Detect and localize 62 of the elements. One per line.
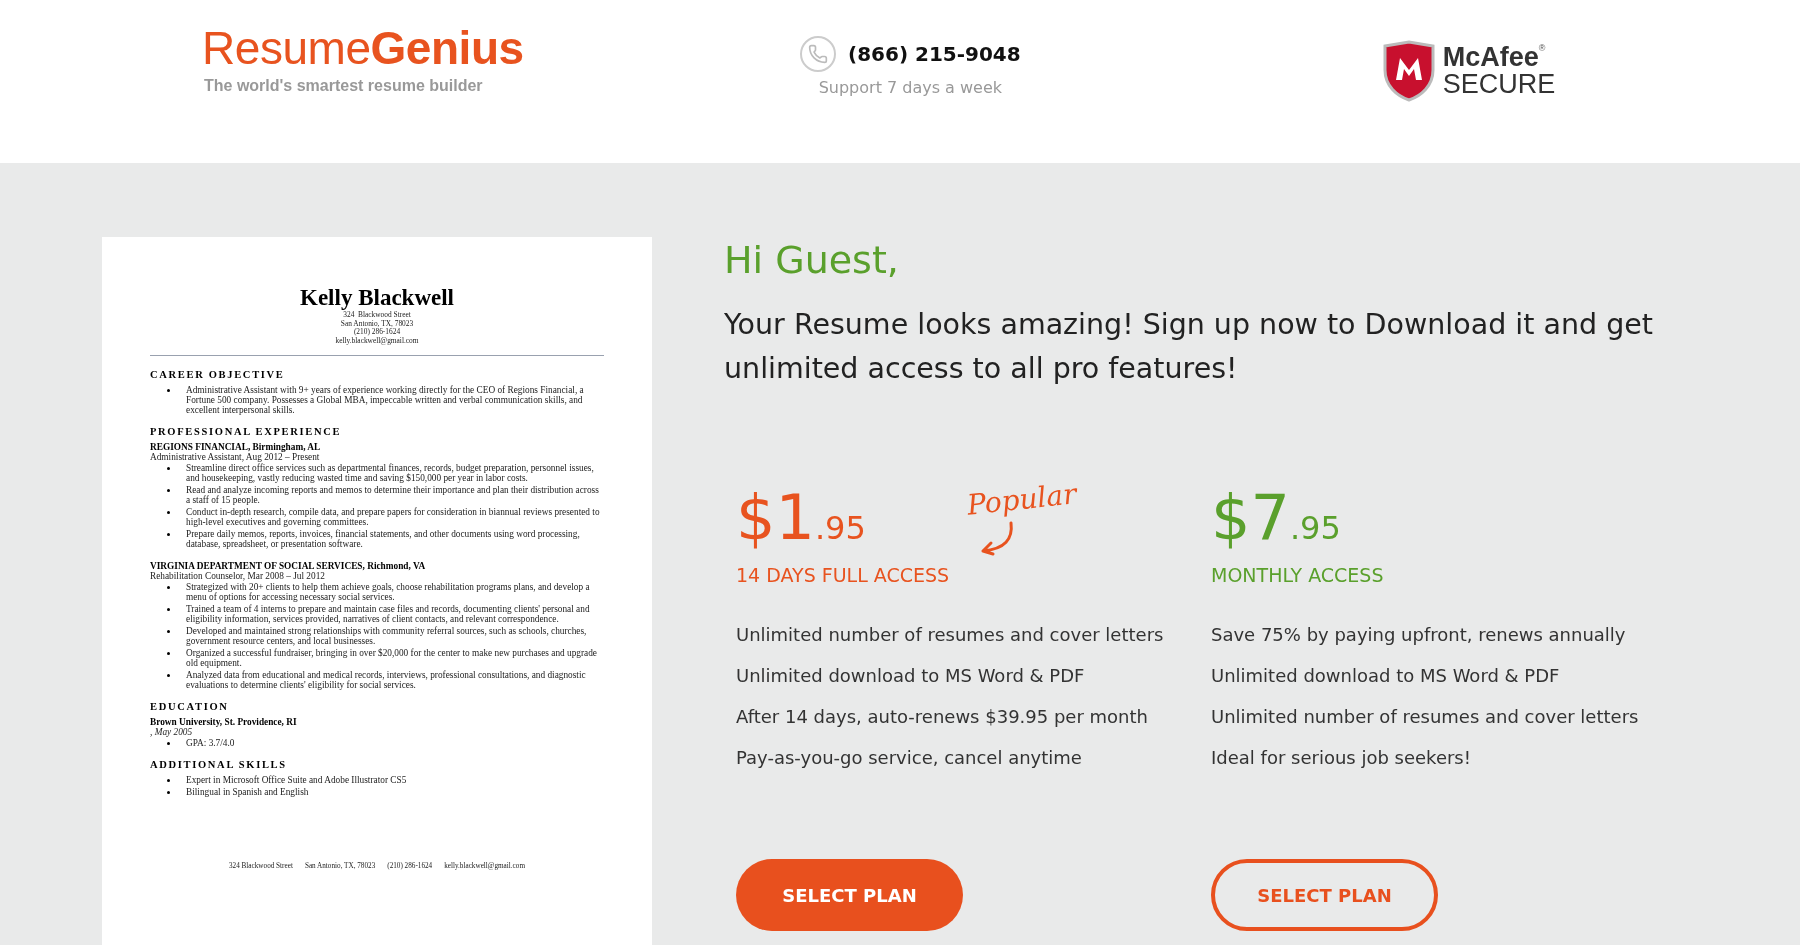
bullet-icon xyxy=(166,586,170,590)
bullet-icon xyxy=(166,511,170,515)
bullet-icon xyxy=(166,630,170,634)
bullet-icon xyxy=(166,389,170,393)
bullet-text: Prepare daily memos, reports, invoices, financial statements, and other documents using word processing, database, spreadsheet, or presentation software. xyxy=(186,529,581,550)
education-date: , May 2005 xyxy=(150,727,193,738)
plan-feature: Unlimited number of resumes and cover letters xyxy=(1211,705,1640,729)
select-plan-button[interactable]: SELECT PLAN xyxy=(736,859,963,931)
phone-icon xyxy=(800,36,836,72)
bullet-icon xyxy=(166,608,170,612)
bullet-text: Streamline direct office services such as departmental finances, records, budget preparation, personnel issues, and housekeeping, vastly reducing wasted time and saving $150,000 per year in labor costs. xyxy=(186,463,595,484)
plan-title: 14 DAYS FULL ACCESS xyxy=(736,563,950,588)
bullet-icon xyxy=(166,674,170,678)
logo-tagline: The world's smartest resume builder xyxy=(204,76,484,96)
bullet-text: Strategized with 20+ clients to help them achieve goals, choose rehabilitation programs plans, and develop a menu of options for accessing necessary social services. xyxy=(186,582,591,603)
plan-feature: Unlimited download to MS Word & PDF xyxy=(736,664,1086,688)
bullet-icon xyxy=(166,533,170,537)
bullet-text: Conduct in-depth research, compile data, and prepare papers for consideration in biannual reviews presented to high-level executives and governing committees. xyxy=(186,507,601,528)
plan-price: $1.95 xyxy=(736,487,867,549)
organization: VIRGINIA DEPARTMENT OF SOCIAL SERVICES, Richmond, VA xyxy=(150,561,427,572)
plan-feature: After 14 days, auto-renews $39.95 per month xyxy=(736,705,1149,729)
bullet-text: Read and analyze incoming reports and memos to determine their importance and plan their distribution across a staff of 15 people. xyxy=(186,485,600,506)
bullet-text: Expert in Microsoft Office Suite and Adobe Illustrator CS5 xyxy=(186,775,407,786)
bullet-text: Bilingual in Spanish and English xyxy=(186,787,309,798)
select-plan-button[interactable]: SELECT PLAN xyxy=(1211,859,1438,931)
section-heading: EDUCATION xyxy=(150,700,230,715)
phone-number[interactable]: (866) 215-9048 xyxy=(848,39,1021,69)
bullet-icon xyxy=(166,791,170,795)
plan-feature: Unlimited download to MS Word & PDF xyxy=(1211,664,1561,688)
section-heading: PROFESSIONAL EXPERIENCE xyxy=(150,425,343,440)
plan-title: MONTHLY ACCESS xyxy=(1211,563,1384,588)
section-heading: CAREER OBJECTIVE xyxy=(150,368,286,383)
bullet-text: Administrative Assistant with 9+ years of experience working directly for the CEO of Regions Financial, a Fortune 500 company. Possesses a Global MBA, impeccable written and verbal communication skills, and excellent interpersonal skills. xyxy=(186,385,585,416)
job-title: Rehabilitation Counselor, Mar 2008 – Jul 2012 xyxy=(150,571,326,582)
plan-feature: Unlimited number of resumes and cover letters xyxy=(736,623,1165,647)
badge-label: SECURE xyxy=(1442,71,1556,98)
bullet-icon xyxy=(166,779,170,783)
greeting: Hi Guest, xyxy=(724,237,900,283)
section-heading: ADDITIONAL SKILLS xyxy=(150,758,288,773)
plan-feature: Pay-as-you-go service, cancel anytime xyxy=(736,746,1083,770)
bullet-text: GPA: 3.7/4.0 xyxy=(186,738,235,749)
bullet-text: Organized a successful fundraiser, bringing in over $20,000 for the center to make new purchases and upgrade old equipment. xyxy=(186,648,598,669)
popular-label: Popular xyxy=(965,476,1079,524)
logo[interactable]: ResumeGenius xyxy=(202,22,640,74)
bullet-icon xyxy=(166,652,170,656)
badge-brand: McAfee xyxy=(1442,44,1539,71)
bullet-text: Developed and maintained strong relationships with community referral sources, such as schools, churches, government resource centers, and local businesses. xyxy=(186,626,588,647)
bullet-text: Trained a team of 4 interns to prepare and maintain case files and records, documenting clients' personal and eligibility information, services provided, narratives of client contacts, and relevant correspondence. xyxy=(186,604,591,625)
plan-feature: Ideal for serious job seekers! xyxy=(1211,746,1472,770)
organization: REGIONS FINANCIAL, Birmingham, AL xyxy=(150,442,322,453)
plan-feature: Save 75% by paying upfront, renews annually xyxy=(1211,623,1627,647)
signup-message: Your Resume looks amazing! Sign up now to Download it and get unlimited access to all pro features! xyxy=(724,307,1654,387)
bullet-text: Analyzed data from educational and medical records, interviews, professional consultations, and diagnostic evaluations to determine clients' eligibility for social services. xyxy=(186,670,587,691)
bullet-icon xyxy=(166,489,170,493)
bullet-icon xyxy=(166,467,170,471)
plan-price: $7.95 xyxy=(1211,487,1342,549)
support-note: Support 7 days a week xyxy=(818,77,1003,99)
job-title: Administrative Assistant, Aug 2012 – Present xyxy=(150,452,321,463)
resume-name: Kelly Blackwell xyxy=(300,285,454,311)
bullet-icon xyxy=(166,742,170,746)
organization: Brown University, St. Providence, RI xyxy=(150,717,298,728)
registered-mark: ® xyxy=(1538,44,1546,53)
